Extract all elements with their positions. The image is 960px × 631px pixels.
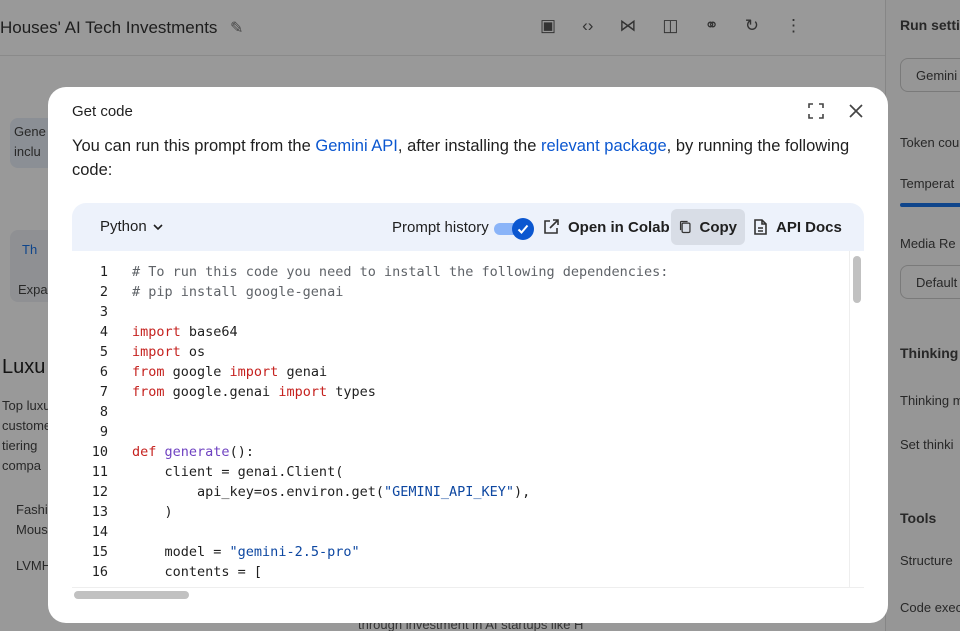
code-token: types [327,384,376,400]
code-text: contents = [ [132,562,263,582]
line-number: 15 [91,544,108,560]
dialog-title: Get code [72,103,133,120]
code-token: # To run this code you need to install t… [132,264,669,280]
code-text: ) [132,502,173,522]
code-token: def [132,444,157,460]
code-toolbar: Python Prompt history Open in Colab Copy [72,203,864,251]
code-text: model = "gemini-2.5-pro" [132,542,360,562]
relevant-package-link[interactable]: relevant package [541,137,667,155]
language-label: Python [100,218,147,235]
line-number: 4 [99,324,108,340]
chevron-down-icon [153,223,163,230]
code-token: api_key=os.environ.get( [132,484,384,500]
code-token: model = [132,544,230,560]
line-number: 2 [99,284,108,300]
get-code-dialog: Get code You can run this prompt from th… [48,87,888,623]
code-editor[interactable]: 1 # To run this code you need to install … [72,251,849,587]
line-number: 1 [99,264,108,280]
line-number: 13 [91,504,108,520]
code-token: contents = [ [132,564,263,580]
code-token: ), [514,484,531,500]
code-text: api_key=os.environ.get("GEMINI_API_KEY")… [132,482,530,502]
line-number: 8 [99,404,108,420]
line-number: 10 [91,444,108,460]
gemini-api-link[interactable]: Gemini API [315,137,398,155]
line-number: 16 [91,564,108,580]
dialog-description: You can run this prompt from the Gemini … [72,134,872,182]
horizontal-scrollbar-thumb[interactable] [74,591,189,599]
language-select[interactable]: Python [100,218,165,235]
copy-icon [679,220,691,234]
code-text: from google.genai import types [132,382,376,402]
vertical-scrollbar-thumb[interactable] [853,256,861,303]
line-number: 12 [91,484,108,500]
code-panel: Python Prompt history Open in Colab Copy [72,203,864,603]
line-number: 11 [91,464,108,480]
line-number: 5 [99,344,108,360]
line-number: 6 [99,364,108,380]
code-token: (): [229,444,254,460]
prompt-history-label: Prompt history [392,219,489,236]
code-token: google.genai [164,384,279,400]
horizontal-scrollbar[interactable] [72,587,864,603]
code-token: ) [132,504,173,520]
code-text: def generate(): [132,442,254,462]
code-token: from [132,364,165,380]
code-token: from [132,384,165,400]
code-token: import [132,324,181,340]
code-token: google [164,364,230,380]
code-text: # pip install google-genai [132,282,343,302]
document-icon [754,219,767,235]
code-token: client = genai.Client( [132,464,344,480]
open-external-icon [544,219,559,234]
code-token: import [132,344,181,360]
open-in-colab-button[interactable]: Open in Colab [534,209,678,245]
code-token: import [229,364,279,380]
code-text: client = genai.Client( [132,462,344,482]
code-text: import os [132,342,205,362]
copy-button[interactable]: Copy [671,209,745,245]
code-token: base64 [180,324,238,340]
code-text: # To run this code you need to install t… [132,262,668,282]
fullscreen-icon[interactable] [802,97,830,125]
code-token: os [180,344,206,360]
api-docs-label: API Docs [776,218,842,236]
code-token: "gemini-2.5-pro" [229,544,360,560]
open-in-colab-label: Open in Colab [568,218,670,236]
code-text: import base64 [132,322,238,342]
copy-label: Copy [699,218,738,236]
code-text: from google import genai [132,362,327,382]
close-icon[interactable] [842,97,870,125]
prompt-history-toggle[interactable] [492,218,534,240]
code-token: # pip install google-genai [132,284,344,300]
line-number: 14 [91,524,108,540]
api-docs-button[interactable]: API Docs [744,209,850,245]
line-number: 3 [99,304,108,320]
description-text: You can run this prompt from the [72,137,316,155]
line-number: 7 [99,384,108,400]
code-token: generate [164,444,230,460]
code-token: import [278,384,328,400]
check-icon [512,218,534,240]
line-number: 9 [99,424,108,440]
code-token: "GEMINI_API_KEY" [383,484,515,500]
description-text: , after installing the [397,137,541,155]
code-token: genai [278,364,328,380]
